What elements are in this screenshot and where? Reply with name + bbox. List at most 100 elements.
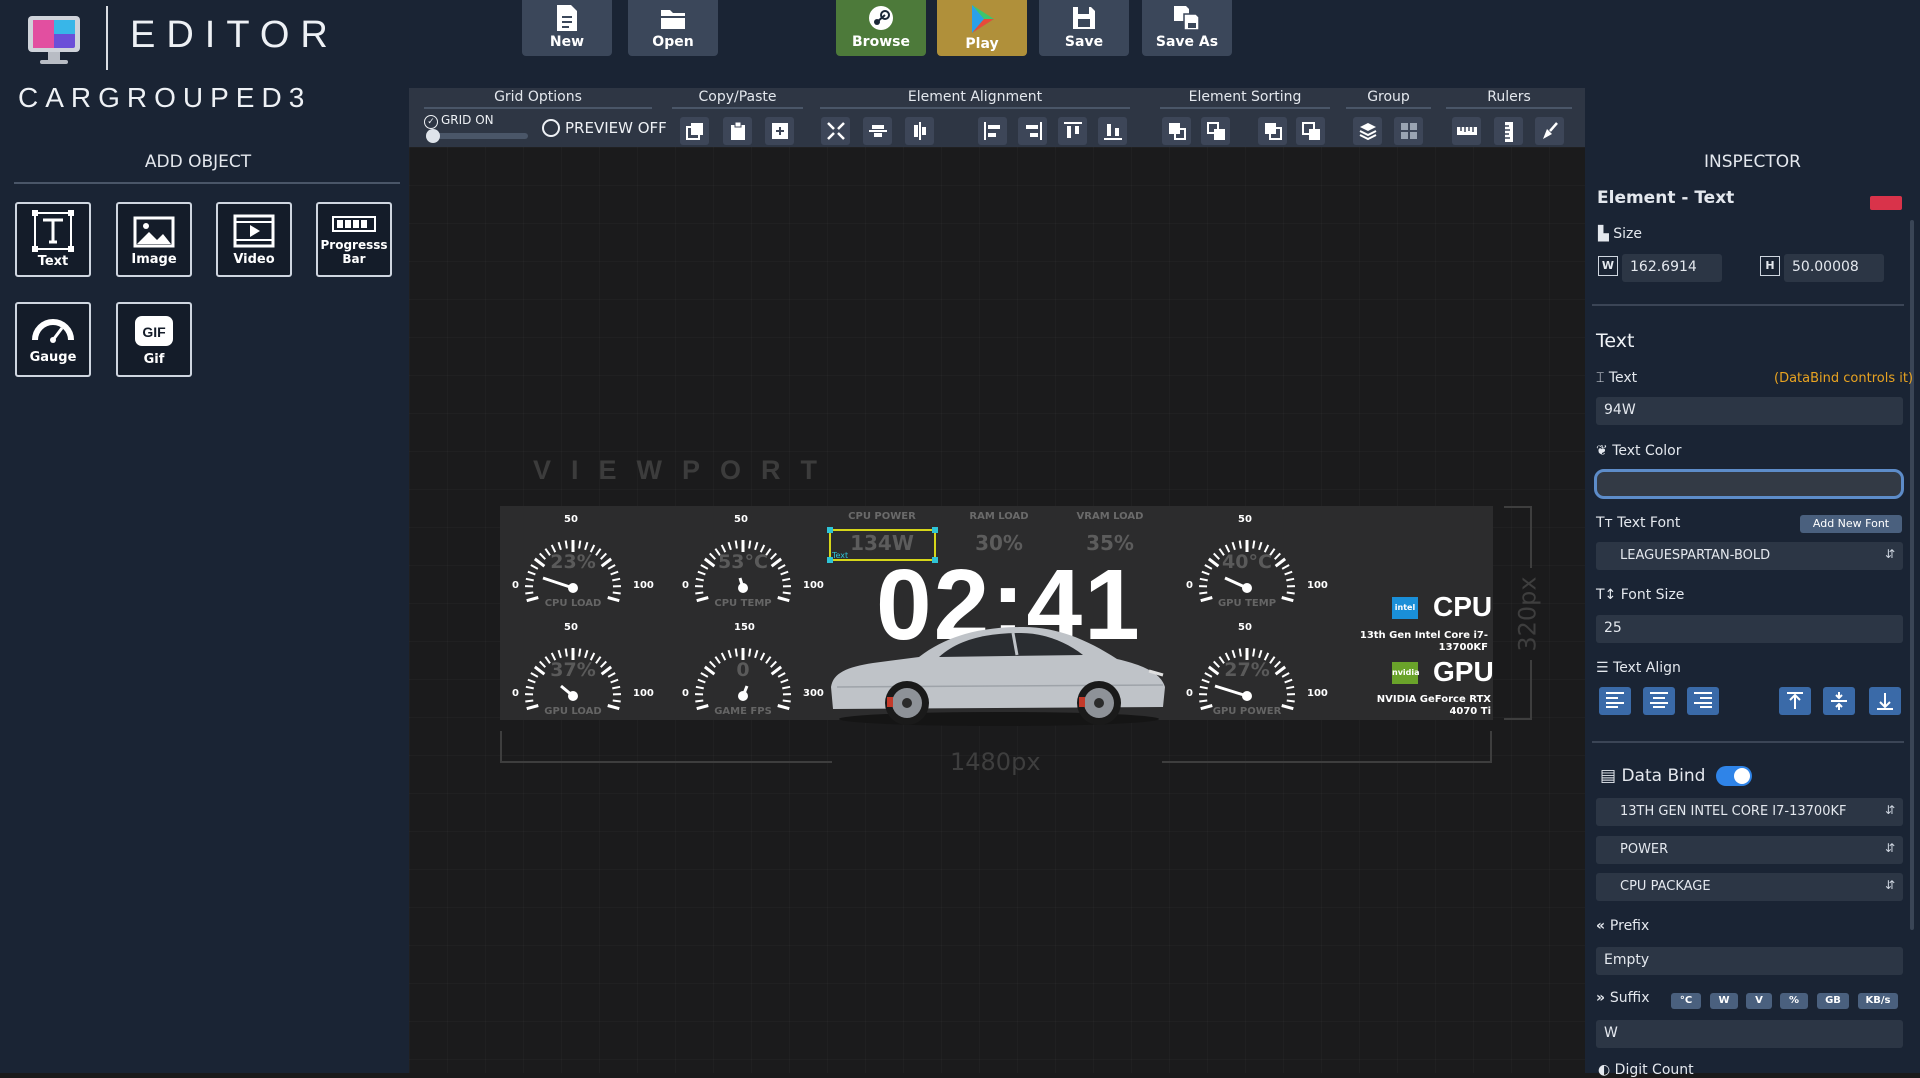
align-right-button[interactable]	[1018, 117, 1047, 145]
sensor-type-select[interactable]: POWER	[1596, 836, 1903, 864]
gauge-value[interactable]: 37%	[543, 659, 603, 681]
copy-button[interactable]	[680, 117, 709, 145]
text-color-swatch[interactable]	[1594, 469, 1904, 499]
suffix-chip-celsius[interactable]: °C	[1671, 993, 1701, 1009]
align-top-button[interactable]	[1058, 117, 1087, 145]
align-bottom-button[interactable]	[1098, 117, 1127, 145]
palette-icon: ❦	[1596, 443, 1612, 459]
align-text-bottom-button[interactable]	[1869, 687, 1901, 715]
data-bind-toggle[interactable]	[1716, 766, 1752, 786]
align-text-left-button[interactable]	[1599, 687, 1631, 715]
add-object-heading: ADD OBJECT	[0, 152, 396, 172]
add-gif-label: Gif	[144, 352, 165, 367]
play-button[interactable]: Play	[937, 0, 1027, 56]
gauge-value[interactable]: 53°C	[713, 551, 773, 573]
gauge-min-label: 0	[1186, 580, 1193, 591]
horizontal-ruler-button[interactable]	[1452, 117, 1481, 145]
paste-button[interactable]	[723, 117, 752, 145]
ungroup-icon	[1399, 121, 1419, 141]
suffix-input[interactable]: W	[1596, 1020, 1903, 1048]
new-button[interactable]: New	[522, 0, 612, 56]
data-bind-label-text: Data Bind	[1621, 766, 1705, 786]
suffix-chip-kbs[interactable]: KB/s	[1858, 993, 1898, 1009]
cpu-power-label: CPU POWER	[837, 511, 927, 522]
car-image[interactable]	[827, 615, 1169, 727]
gauge-value[interactable]: 23%	[543, 551, 603, 573]
gauge-label: CPU TEMP	[698, 598, 788, 609]
copy-paste-label: Copy/Paste	[670, 89, 805, 105]
align-text-middle-button[interactable]	[1823, 687, 1855, 715]
grid-size-slider[interactable]	[428, 133, 528, 139]
center-vertical-button[interactable]	[863, 117, 892, 145]
add-progress-bar-button[interactable]: Progresss Bar	[316, 202, 392, 277]
save-button[interactable]: Save	[1039, 0, 1129, 56]
bring-forward-button[interactable]	[1162, 117, 1191, 145]
browse-button[interactable]: Browse	[836, 0, 926, 56]
align-text-top-button[interactable]	[1779, 687, 1811, 715]
gauge-min-label: 0	[682, 688, 689, 699]
resize-handle[interactable]	[932, 527, 938, 533]
text-align-label: ☰ Text Align	[1596, 660, 1681, 676]
radio-icon	[542, 119, 560, 137]
hardware-select[interactable]: 13TH GEN INTEL CORE I7-13700KF	[1596, 798, 1903, 826]
grid-toggle[interactable]: ✓GRID ON	[424, 113, 494, 129]
gpu-name[interactable]: NVIDIA GeForce RTX 4070 Ti	[1361, 694, 1491, 718]
text-input[interactable]: 94W	[1596, 397, 1903, 425]
databind-note: (DataBind controls it)	[1774, 371, 1913, 386]
font-select[interactable]: LEAGUESPARTAN-BOLD	[1596, 542, 1903, 570]
resize-handle[interactable]	[827, 527, 833, 533]
sensor-select[interactable]: CPU PACKAGE	[1596, 873, 1903, 901]
save-as-label: Save As	[1156, 34, 1218, 50]
inspector-scrollbar[interactable]	[1910, 220, 1914, 930]
height-input[interactable]: 50.00008	[1784, 254, 1884, 282]
preview-toggle[interactable]: PREVIEW OFF	[542, 119, 667, 137]
add-gif-button[interactable]: GIF Gif	[116, 302, 192, 377]
gauge-value[interactable]: 0	[713, 659, 773, 681]
suffix-chip-gb[interactable]: GB	[1817, 993, 1849, 1009]
save-as-button[interactable]: Save As	[1142, 0, 1232, 56]
gauge-value[interactable]: 27%	[1217, 659, 1277, 681]
ungroup-button[interactable]	[1394, 117, 1423, 145]
suffix-chip-percent[interactable]: %	[1780, 993, 1808, 1009]
align-middle-icon	[1828, 691, 1850, 711]
gauge-label: CPU LOAD	[528, 598, 618, 609]
gauge-max-label: 100	[633, 688, 654, 699]
suffix-chip-watt[interactable]: W	[1710, 993, 1738, 1009]
gauge-label: GPU LOAD	[528, 706, 618, 717]
suffix-chip-volt[interactable]: V	[1746, 993, 1772, 1009]
add-image-button[interactable]: Image	[116, 202, 192, 277]
align-text-center-button[interactable]	[1643, 687, 1675, 715]
add-text-button[interactable]: Text	[15, 202, 91, 277]
fit-button[interactable]	[821, 117, 850, 145]
clear-rulers-button[interactable]	[1535, 117, 1564, 145]
send-backward-button[interactable]	[1201, 117, 1230, 145]
bring-to-front-button[interactable]	[1258, 117, 1287, 145]
align-left-button[interactable]	[978, 117, 1007, 145]
add-new-font-button[interactable]: Add New Font	[1800, 515, 1902, 533]
add-gauge-button[interactable]: Gauge	[15, 302, 91, 377]
delete-element-button[interactable]	[1870, 196, 1902, 210]
send-to-back-button[interactable]	[1296, 117, 1325, 145]
open-label: Open	[652, 34, 693, 50]
gauge-mid-label: 50	[734, 514, 748, 525]
prefix-input[interactable]: Empty	[1596, 947, 1903, 975]
gauge-label: GPU TEMP	[1202, 598, 1292, 609]
add-video-button[interactable]: Video	[216, 202, 292, 277]
gpu-title[interactable]: GPU	[1433, 656, 1494, 688]
height-dimension-line	[1530, 660, 1532, 720]
align-right-icon	[1692, 691, 1714, 709]
width-input[interactable]: 162.6914	[1622, 254, 1722, 282]
open-button[interactable]: Open	[628, 0, 718, 56]
align-text-right-button[interactable]	[1687, 687, 1719, 715]
slider-knob[interactable]	[426, 129, 440, 143]
center-horizontal-button[interactable]	[905, 117, 934, 145]
duplicate-button[interactable]	[765, 117, 794, 145]
font-icon: Tт	[1596, 515, 1617, 531]
gauge-value[interactable]: 40°C	[1217, 551, 1277, 573]
grid-on-label: GRID ON	[441, 113, 494, 127]
vertical-ruler-button[interactable]	[1494, 117, 1523, 145]
group-button[interactable]	[1353, 117, 1382, 145]
font-size-input[interactable]: 25	[1596, 615, 1903, 643]
cpu-name[interactable]: 13th Gen Intel Core i7-13700KF	[1358, 630, 1488, 654]
cpu-title[interactable]: CPU	[1433, 591, 1492, 623]
